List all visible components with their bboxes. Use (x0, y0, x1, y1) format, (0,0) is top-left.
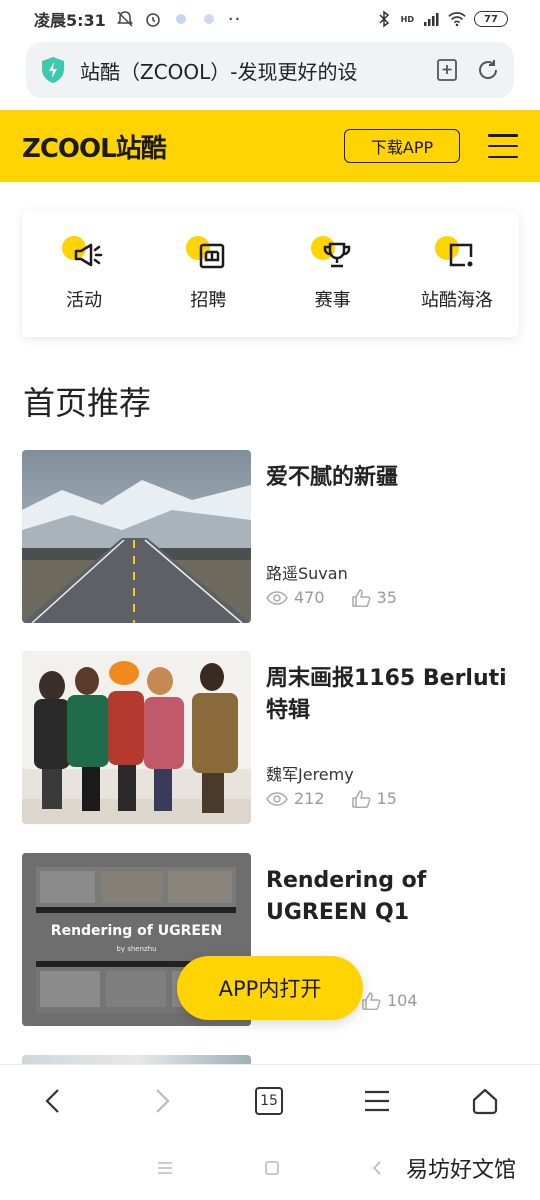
security-shield-icon (42, 57, 64, 83)
back-icon[interactable] (40, 1086, 68, 1116)
network-type-label: HD (400, 14, 414, 24)
status-time: 凌晨5:31 (34, 11, 106, 30)
more-notifications-icon: ·· (227, 8, 242, 30)
like-count: 104 (387, 991, 418, 1010)
feed-title[interactable]: 爱不腻的新疆 (266, 462, 518, 494)
home-icon[interactable] (470, 1086, 500, 1116)
view-count: 212 (294, 789, 325, 808)
quick-nav-label: 站酷海洛 (420, 290, 493, 311)
zcool-logo[interactable]: ZCOOL站酷 (22, 128, 167, 165)
quick-nav-label: 招聘 (190, 290, 227, 311)
system-back-icon[interactable] (370, 1160, 384, 1176)
quick-nav-card: 活动 招聘 赛事 站酷海洛 (22, 211, 519, 337)
tabs-button[interactable]: 15 (254, 1086, 283, 1115)
signal-icon (424, 13, 439, 26)
status-bar: 凌晨5:31 ·· HD 77 (0, 0, 540, 38)
alarm-icon (146, 13, 160, 27)
feed-title[interactable]: 周末画报1165 Berluti特辑 (266, 663, 518, 727)
wifi-icon (448, 12, 466, 27)
hamburger-menu-icon[interactable] (488, 134, 518, 158)
feed-stats: 104 (361, 991, 444, 1010)
thumb-caption: Rendering of UGREEN (50, 923, 223, 939)
like-count: 15 (376, 789, 397, 808)
recent-apps-icon[interactable] (156, 1161, 174, 1175)
feed-title[interactable]: Rendering of UGREEN Q1 (266, 865, 518, 929)
thumbs-up-icon (351, 789, 370, 808)
forward-icon[interactable] (147, 1086, 175, 1116)
browser-toolbar: 15 (0, 1064, 540, 1136)
trophy-icon (323, 242, 350, 268)
quick-nav-hellorf[interactable]: 站酷海洛 (402, 236, 512, 312)
add-bookmark-icon[interactable] (436, 58, 458, 82)
quick-nav-label: 活动 (66, 290, 103, 311)
quick-nav-label: 赛事 (314, 290, 351, 311)
bluetooth-icon (379, 10, 389, 28)
briefcase-icon (200, 243, 225, 269)
eye-icon (266, 590, 288, 605)
watermark-text: 易坊好文馆 (405, 1158, 516, 1183)
battery-indicator: 77 (474, 11, 508, 27)
feed-thumbnail[interactable] (22, 450, 251, 623)
feed-stats: 470 35 (266, 588, 423, 607)
app-notification-icon-2 (203, 14, 214, 24)
site-header: ZCOOL站酷 下载APP (0, 110, 540, 182)
eye-icon (266, 791, 288, 806)
refresh-icon[interactable] (476, 58, 500, 82)
view-count: 470 (294, 588, 325, 607)
feed-item[interactable]: 周末画报1165 Berluti特辑 魏军Jeremy 212 15 (22, 651, 518, 824)
quick-nav-contests[interactable]: 赛事 (278, 236, 388, 312)
feed-stats: 212 15 (266, 789, 423, 808)
like-count: 35 (376, 588, 397, 607)
download-app-button[interactable]: 下载APP (344, 129, 460, 163)
open-in-app-button[interactable]: APP内打开 (177, 956, 363, 1020)
megaphone-icon (74, 243, 103, 267)
thumbs-up-icon (362, 991, 381, 1010)
feed-author[interactable]: 路遥Suvan (266, 560, 348, 584)
page-title[interactable]: 站酷（ZCOOL）-发现更好的设 (80, 56, 400, 85)
quick-nav-jobs[interactable]: 招聘 (153, 236, 263, 312)
thumbs-up-icon (351, 588, 370, 607)
image-frame-icon (449, 243, 473, 267)
menu-icon[interactable] (363, 1089, 391, 1113)
section-title: 首页推荐 (23, 384, 152, 422)
thumb-subcaption: by shenzhu (116, 945, 157, 953)
quick-nav-activities[interactable]: 活动 (29, 236, 139, 312)
app-notification-icon (175, 14, 186, 24)
mute-bell-icon (116, 11, 133, 27)
address-bar[interactable]: 站酷（ZCOOL）-发现更好的设 (26, 42, 514, 98)
feed-item[interactable]: 爱不腻的新疆 路遥Suvan 470 35 (22, 450, 518, 623)
feed-author[interactable]: 魏军Jeremy (266, 761, 354, 785)
system-home-icon[interactable] (264, 1160, 280, 1176)
feed-thumbnail[interactable] (22, 651, 251, 824)
